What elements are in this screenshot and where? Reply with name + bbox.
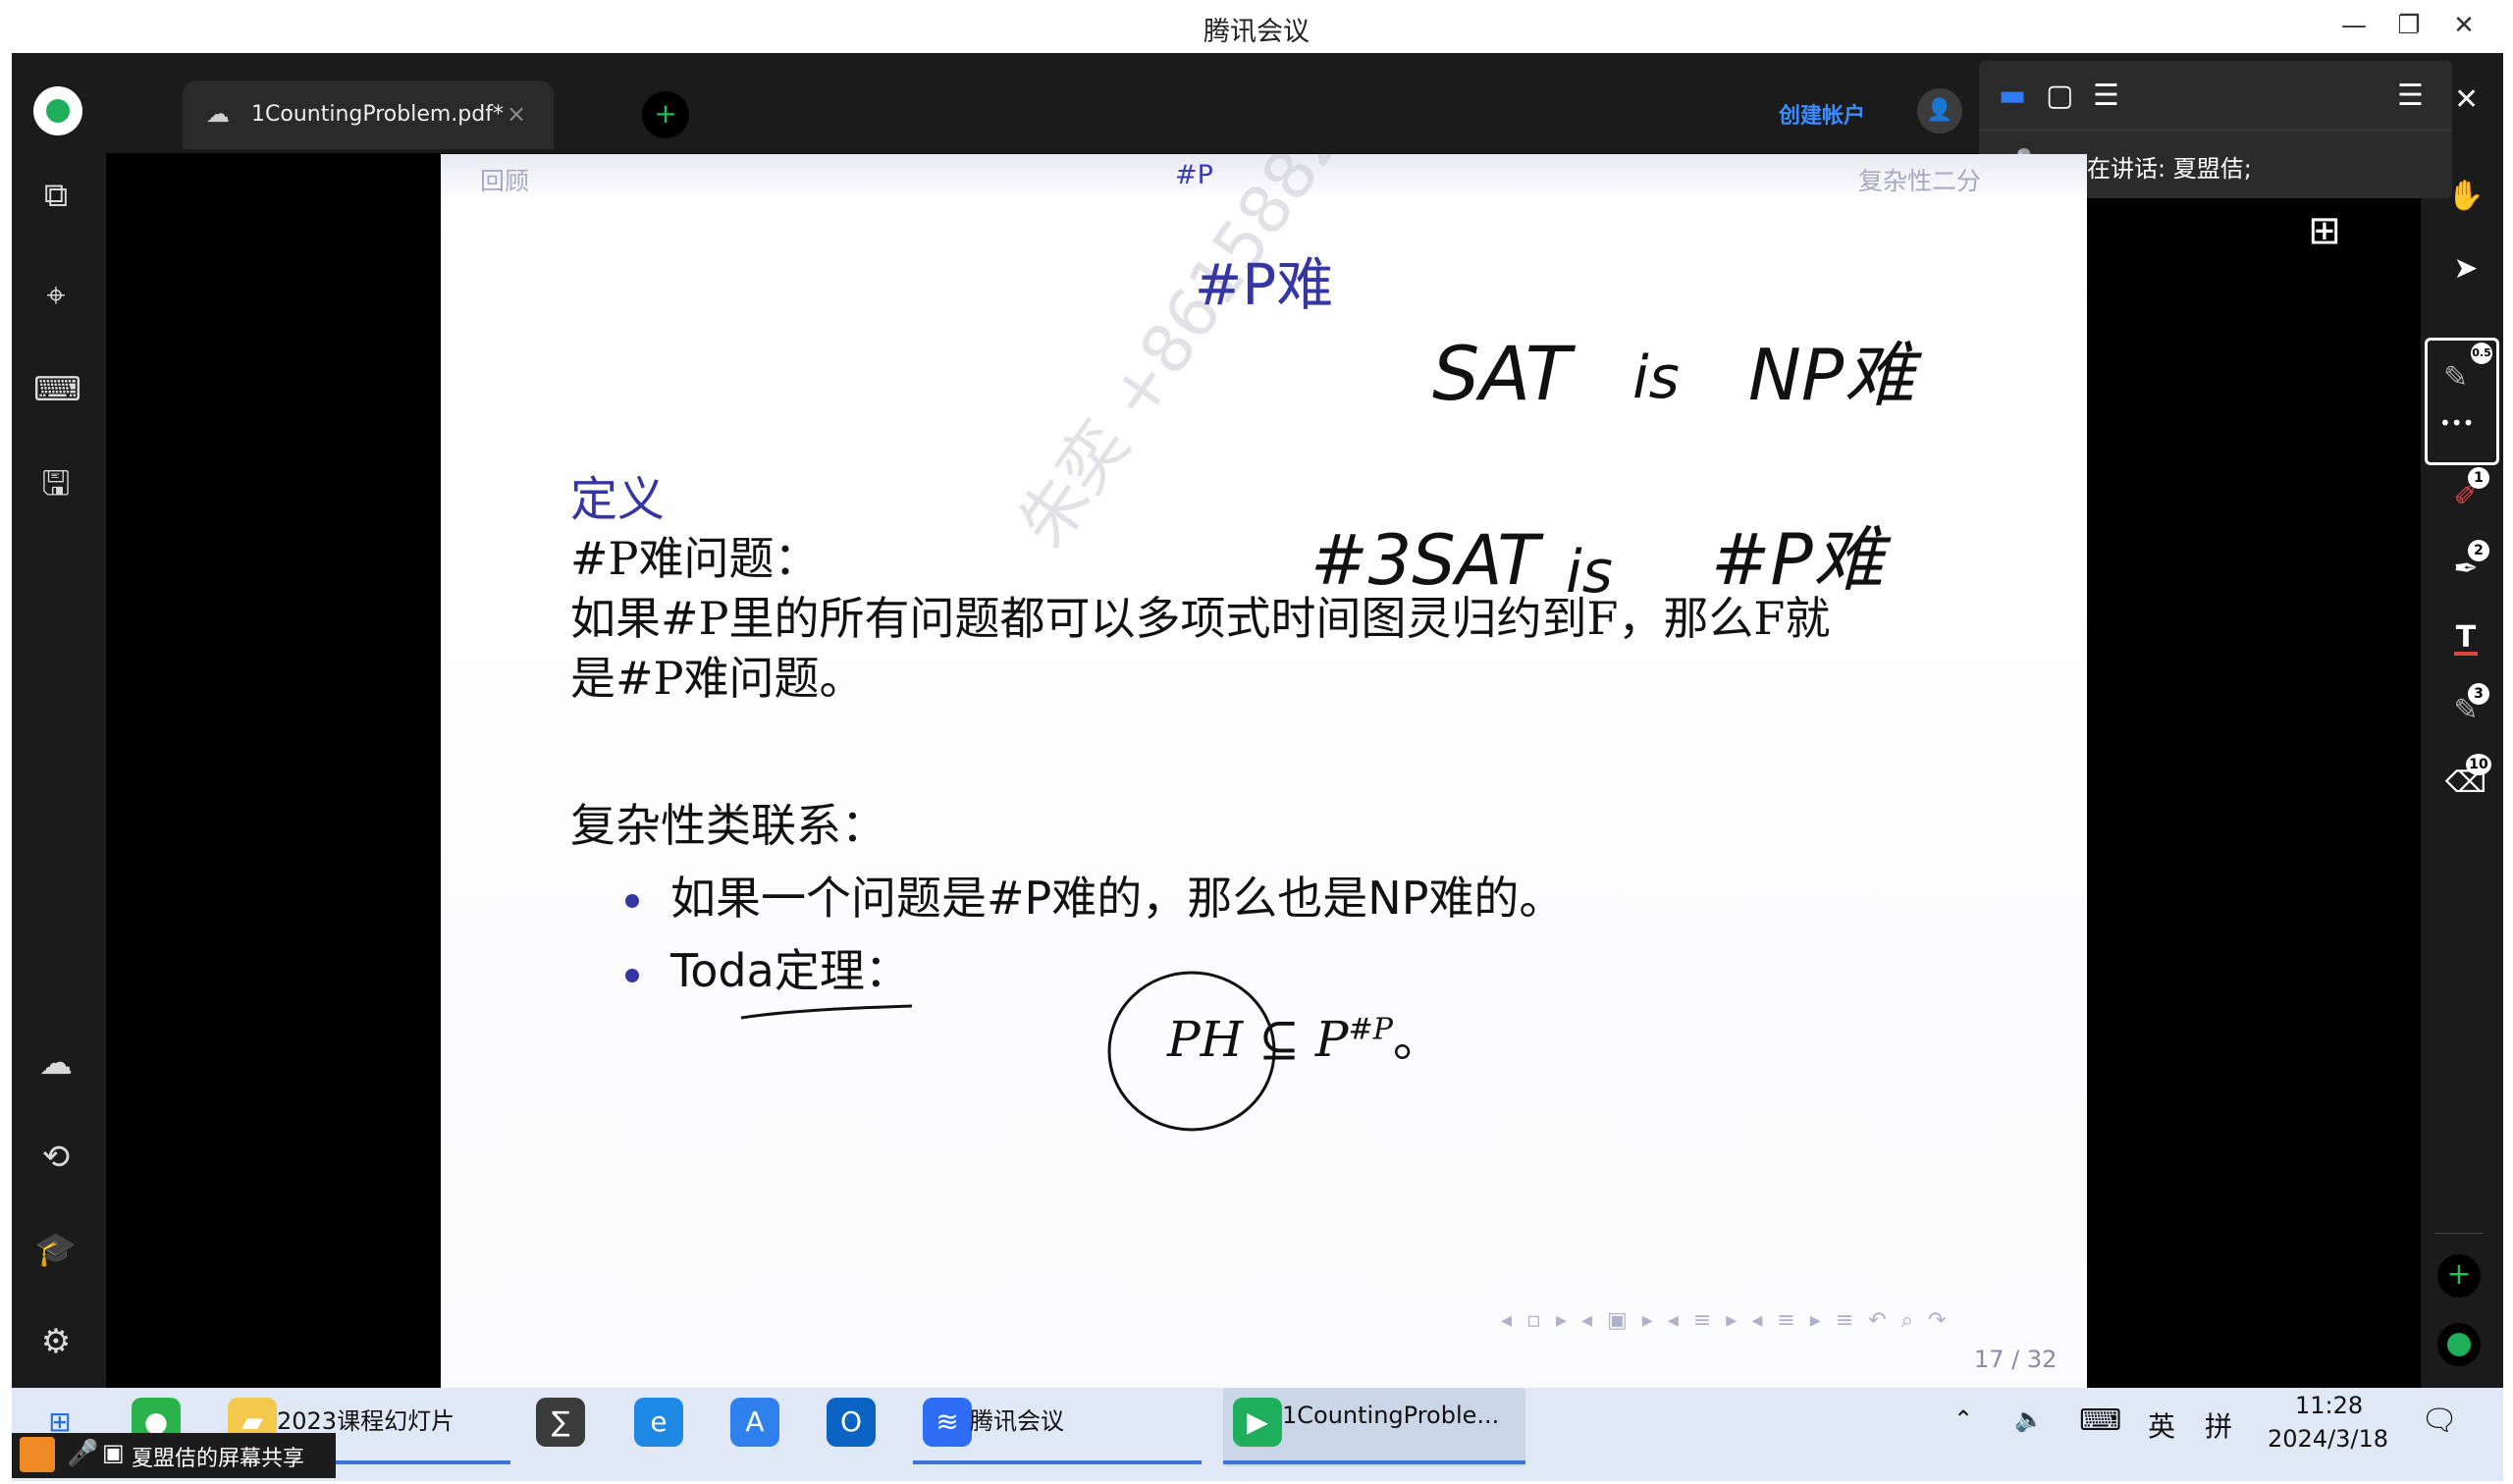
volume-icon[interactable]: 🔈 bbox=[2014, 1405, 2044, 1433]
clock-time[interactable]: 11:28 bbox=[2295, 1392, 2363, 1419]
text-color-bar bbox=[2454, 652, 2478, 656]
dictionary-icon[interactable]: A bbox=[730, 1398, 779, 1447]
share-banner-text: 夏盟佶的屏幕共享 bbox=[132, 1447, 305, 1471]
handwriting-layer: SAT is NP难 #3SAT is #P难 bbox=[740, 330, 1922, 1132]
app-logo[interactable] bbox=[33, 86, 82, 135]
ink-word: NP难 bbox=[1748, 334, 1922, 416]
page-number: 17 / 32 bbox=[1974, 1346, 2058, 1373]
cloud-icon[interactable]: ☁ bbox=[33, 1040, 79, 1086]
ink-circle bbox=[1107, 971, 1276, 1132]
logo-mark-icon bbox=[46, 99, 70, 123]
tencent-meeting-icon[interactable]: ≋ bbox=[923, 1398, 972, 1447]
user-icon[interactable]: 👤 bbox=[1917, 88, 1962, 133]
slide-page: 回顾 #P 复杂性二分 朱奕 +8615882​38807 #P难 定义 #P难… bbox=[441, 154, 2087, 1388]
ime-mode[interactable]: 拼 bbox=[2205, 1405, 2232, 1445]
tray-overflow-icon[interactable]: ⌃ bbox=[1953, 1405, 1973, 1433]
cloud-off-icon: ☁ bbox=[206, 100, 230, 128]
window-title: 腾讯会议 bbox=[1203, 17, 1310, 47]
app-left-sidebar bbox=[12, 53, 106, 1388]
beamer-navigation[interactable]: ◂ ▫ ▸ ◂ ▣ ▸ ◂ ≡ ▸ ◂ ≡ ▸ ≡ ↶ ⌕ ↷ bbox=[1501, 1308, 1950, 1333]
collapse-panel-icon[interactable]: ☰ bbox=[2397, 79, 2424, 113]
create-account-link[interactable]: 创建帐户 bbox=[1779, 98, 1865, 130]
edge-icon[interactable]: e bbox=[634, 1398, 683, 1447]
ink-word: is bbox=[1566, 538, 1613, 607]
app-switch-icon bbox=[2447, 1333, 2471, 1356]
app-switch-button[interactable] bbox=[2437, 1323, 2481, 1366]
settings-icon[interactable]: ⚙ bbox=[33, 1319, 79, 1364]
outlook-icon[interactable]: O bbox=[827, 1398, 876, 1447]
hand-tool-icon[interactable]: ✋ bbox=[2442, 173, 2489, 220]
clock-date[interactable]: 2024/3/18 bbox=[2268, 1425, 2388, 1453]
pages-icon[interactable]: ⧉ bbox=[33, 173, 79, 218]
formula-app-icon[interactable]: ∑ bbox=[536, 1398, 585, 1447]
ink-word: #3SAT bbox=[1310, 520, 1544, 601]
keyboard-tray-icon[interactable]: ⌨ bbox=[2079, 1404, 2121, 1438]
grid-view-button[interactable]: ⊞ bbox=[2293, 200, 2356, 263]
graduation-icon[interactable]: 🎓 bbox=[33, 1227, 79, 1272]
restore-button[interactable]: ❐ bbox=[2379, 6, 2438, 45]
tab-label: 1CountingProblem.pdf* bbox=[251, 102, 504, 127]
speaking-label: 正在讲话: 夏盟佶; bbox=[2063, 155, 2252, 183]
share-mic-icon: 🎤 bbox=[67, 1439, 99, 1468]
list-view-icon[interactable]: ☰ bbox=[2093, 79, 2119, 113]
pointer-tool-icon[interactable]: ➤ bbox=[2442, 245, 2489, 292]
taskbar-item-meeting[interactable]: 腾讯会议 bbox=[970, 1402, 1064, 1436]
document-tab[interactable]: ☁ 1CountingProblem.pdf* × bbox=[183, 80, 554, 149]
share-screen-icon: ▣ bbox=[102, 1439, 125, 1466]
tab-close-icon[interactable]: × bbox=[507, 100, 526, 128]
minimize-view-icon[interactable]: ▬ bbox=[1999, 79, 2026, 113]
ink-word: #P难 bbox=[1711, 518, 1892, 601]
toolbar-divider bbox=[2434, 1233, 2484, 1234]
ime-language[interactable]: 英 bbox=[2148, 1405, 2175, 1445]
tool-badge: 3 bbox=[2468, 683, 2489, 705]
pen-tool-group[interactable]: ✎ 0.5 ••• bbox=[2425, 338, 2499, 465]
more-options-icon[interactable]: ••• bbox=[2439, 411, 2474, 435]
add-button[interactable]: + bbox=[2437, 1254, 2481, 1298]
minimize-button[interactable]: — bbox=[2325, 6, 2383, 45]
speaker-name: 夏盟佶; bbox=[2172, 155, 2252, 183]
share-user-icon bbox=[20, 1437, 55, 1472]
pdf-app-icon[interactable]: ▶ bbox=[1233, 1398, 1282, 1447]
ink-underline bbox=[740, 1004, 913, 1020]
window-title-bar: 腾讯会议 — ❐ ✕ bbox=[0, 0, 2513, 53]
panel-divider bbox=[1979, 130, 2452, 131]
tool-badge: 2 bbox=[2468, 540, 2489, 561]
new-tab-button[interactable]: + bbox=[642, 91, 689, 138]
pen-size-badge: 0.5 bbox=[2471, 343, 2492, 364]
keyboard-icon[interactable]: ⌨ bbox=[33, 367, 81, 412]
hand-swap-icon[interactable]: ⟲ bbox=[33, 1135, 79, 1180]
close-button[interactable]: ✕ bbox=[2434, 6, 2493, 45]
tool-badge: 1 bbox=[2468, 467, 2489, 489]
active-indicator bbox=[913, 1460, 1202, 1464]
ink-word: SAT bbox=[1432, 330, 1577, 417]
taskbar-item-pdf[interactable]: 1CountingProble... bbox=[1282, 1402, 1499, 1429]
save-icon[interactable]: 🖫 bbox=[33, 461, 79, 506]
pen-lock-icon: ✎ bbox=[2443, 360, 2469, 395]
taskbar-item-folder[interactable]: 2023课程幻灯片 bbox=[277, 1402, 454, 1436]
tool-badge: 10 bbox=[2466, 754, 2491, 775]
binoculars-icon[interactable]: ⌖ bbox=[33, 273, 79, 318]
screen-share-banner: 🎤 ▣ 夏盟佶的屏幕共享 bbox=[12, 1433, 336, 1478]
window-view-icon[interactable]: ▢ bbox=[2046, 79, 2073, 113]
notification-icon[interactable]: 🗨 bbox=[2421, 1404, 2458, 1438]
ink-word: is bbox=[1632, 344, 1680, 412]
active-indicator bbox=[1223, 1460, 1525, 1464]
panel-close-button[interactable]: ✕ bbox=[2454, 82, 2479, 117]
